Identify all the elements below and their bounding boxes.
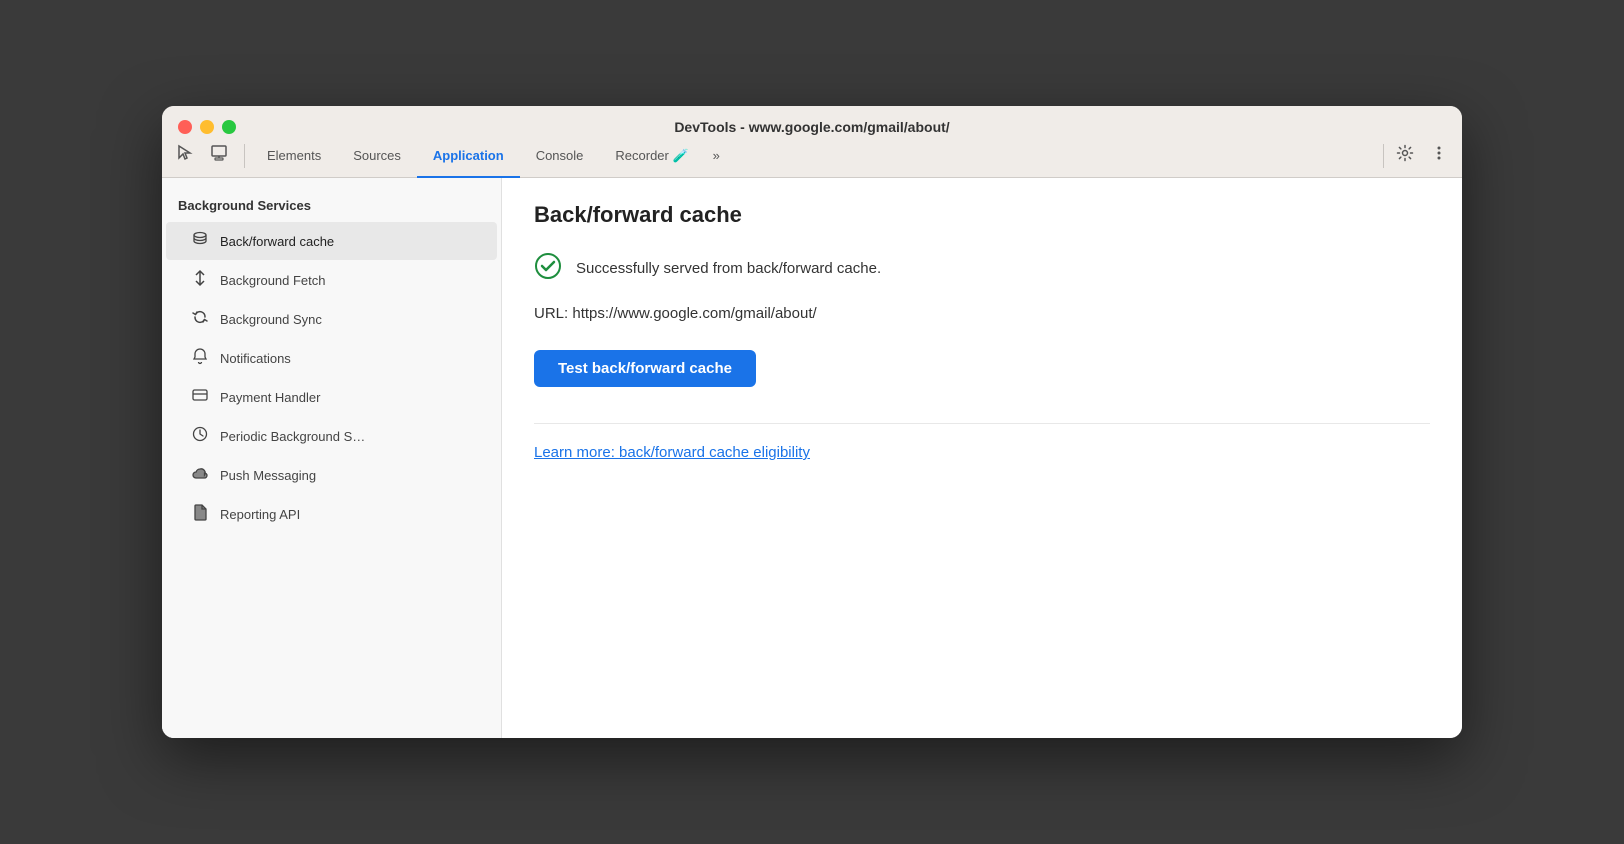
sidebar-item-label: Payment Handler	[220, 390, 320, 405]
url-row: URL: https://www.google.com/gmail/about/	[534, 305, 1430, 322]
sidebar-item-background-sync[interactable]: Background Sync	[166, 300, 497, 338]
learn-more-link[interactable]: Learn more: back/forward cache eligibili…	[534, 444, 810, 461]
document-icon	[190, 503, 210, 525]
settings-button[interactable]	[1390, 141, 1420, 171]
detail-panel: Back/forward cache Successfully served f…	[502, 178, 1462, 738]
sidebar-item-label: Background Sync	[220, 312, 322, 327]
inspect-tool-button[interactable]	[204, 141, 234, 171]
sidebar-item-background-fetch[interactable]: Background Fetch	[166, 261, 497, 299]
cloud-icon	[190, 464, 210, 486]
tab-console[interactable]: Console	[520, 134, 600, 178]
toolbar-divider	[244, 144, 245, 168]
devtools-window: DevTools - www.google.com/gmail/about/	[162, 106, 1462, 738]
more-options-button[interactable]	[1424, 141, 1454, 171]
minimize-button[interactable]	[200, 120, 214, 134]
clock-icon	[190, 425, 210, 447]
tab-elements[interactable]: Elements	[251, 134, 337, 178]
sidebar-section-title: Background Services	[162, 194, 501, 221]
status-row: Successfully served from back/forward ca…	[534, 252, 1430, 285]
fetch-icon	[190, 269, 210, 291]
url-value: https://www.google.com/gmail/about/	[572, 305, 816, 322]
sidebar-item-label: Push Messaging	[220, 468, 316, 483]
tab-bar-right	[1390, 141, 1454, 171]
url-label: URL:	[534, 305, 568, 322]
sync-icon	[190, 308, 210, 330]
gear-icon	[1396, 144, 1414, 167]
sidebar-item-label: Background Fetch	[220, 273, 326, 288]
main-content: Background Services Back/forward cache	[162, 178, 1462, 738]
sidebar-item-notifications[interactable]: Notifications	[166, 339, 497, 377]
detail-title: Back/forward cache	[534, 202, 1430, 228]
sidebar-item-label: Notifications	[220, 351, 291, 366]
sidebar-item-periodic-background-sync[interactable]: Periodic Background S…	[166, 417, 497, 455]
sidebar-item-back-forward-cache[interactable]: Back/forward cache	[166, 222, 497, 260]
sidebar-item-label: Back/forward cache	[220, 234, 334, 249]
sidebar-item-label: Periodic Background S…	[220, 429, 365, 444]
sidebar: Background Services Back/forward cache	[162, 178, 502, 738]
test-cache-button[interactable]: Test back/forward cache	[534, 350, 756, 387]
right-divider	[1383, 144, 1384, 168]
cursor-icon	[176, 144, 194, 167]
tab-bar: Elements Sources Application Console Rec…	[162, 134, 1462, 178]
sidebar-item-payment-handler[interactable]: Payment Handler	[166, 378, 497, 416]
close-button[interactable]	[178, 120, 192, 134]
tab-application[interactable]: Application	[417, 134, 520, 178]
tab-sources[interactable]: Sources	[337, 134, 417, 178]
sidebar-item-reporting-api[interactable]: Reporting API	[166, 495, 497, 533]
tab-more-button[interactable]: »	[705, 134, 728, 178]
sidebar-item-push-messaging[interactable]: Push Messaging	[166, 456, 497, 494]
traffic-lights	[178, 120, 236, 134]
payment-icon	[190, 386, 210, 408]
more-dots-icon	[1430, 144, 1448, 167]
cursor-tool-button[interactable]	[170, 141, 200, 171]
maximize-button[interactable]	[222, 120, 236, 134]
database-icon	[190, 230, 210, 252]
sidebar-item-label: Reporting API	[220, 507, 300, 522]
bell-icon	[190, 347, 210, 369]
inspect-icon	[210, 144, 228, 167]
tab-recorder[interactable]: Recorder 🧪	[599, 134, 704, 178]
status-text: Successfully served from back/forward ca…	[576, 260, 881, 277]
title-bar: DevTools - www.google.com/gmail/about/	[162, 106, 1462, 134]
section-divider	[534, 423, 1430, 424]
success-check-icon	[534, 252, 562, 285]
toolbar-icons	[170, 141, 234, 171]
window-title: DevTools - www.google.com/gmail/about/	[674, 119, 949, 135]
